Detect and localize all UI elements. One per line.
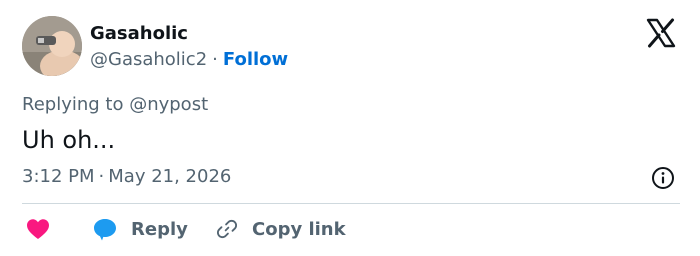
reply-button[interactable]: Reply <box>93 216 188 242</box>
tweet-time: 3:12 PM <box>22 166 95 187</box>
tweet-date: May 21, 2026 <box>108 166 232 187</box>
tweet-text: Uh oh... <box>22 126 116 154</box>
reply-label: Reply <box>131 218 188 240</box>
copy-link-label: Copy link <box>252 218 346 240</box>
handle-row: @Gasaholic2 · Follow <box>90 48 288 72</box>
info-icon[interactable] <box>651 166 675 190</box>
avatar-image <box>22 16 82 76</box>
timestamp[interactable]: 3:12 PM · May 21, 2026 <box>22 165 231 189</box>
heart-icon <box>27 219 49 239</box>
handle-separator: · <box>212 49 218 70</box>
avatar[interactable] <box>22 16 82 76</box>
speech-bubble-icon <box>94 219 116 241</box>
like-button[interactable] <box>26 216 50 242</box>
tweet-card: Gasaholic @Gasaholic2 · Follow Replying to… <box>0 0 700 256</box>
display-name[interactable]: Gasaholic <box>90 22 188 46</box>
replying-to[interactable]: Replying to @nypost <box>22 93 208 117</box>
follow-button[interactable]: Follow <box>223 49 288 70</box>
user-handle[interactable]: @Gasaholic2 <box>90 49 207 70</box>
copy-link-button[interactable]: Copy link <box>216 216 346 242</box>
date-separator: · <box>98 166 105 187</box>
x-logo-icon[interactable] <box>646 18 676 48</box>
divider <box>22 203 680 204</box>
link-icon <box>216 219 238 239</box>
